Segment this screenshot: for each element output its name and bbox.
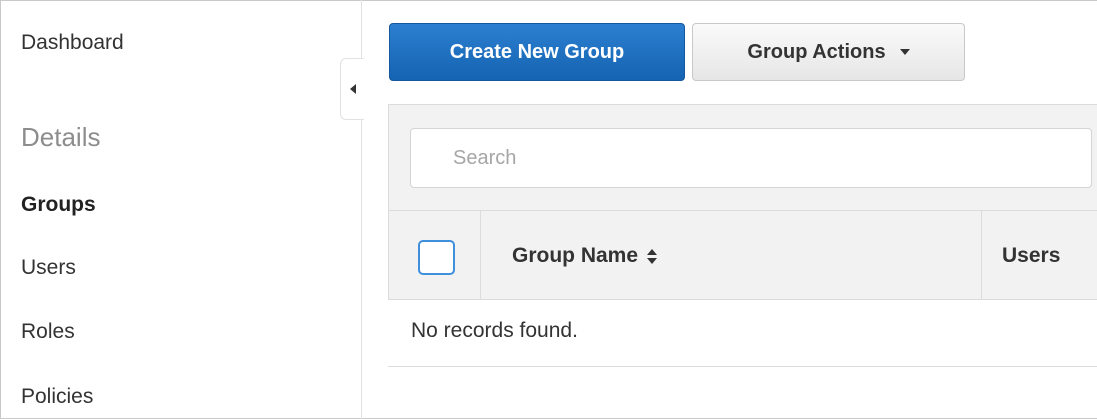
column-header-users-label: Users bbox=[1002, 244, 1061, 267]
sort-icon bbox=[647, 248, 658, 264]
group-actions-dropdown[interactable]: Group Actions bbox=[692, 23, 965, 81]
create-new-group-label: Create New Group bbox=[449, 40, 625, 63]
column-header-group-name-label: Group Name bbox=[512, 244, 639, 267]
column-divider bbox=[480, 210, 481, 300]
select-all-checkbox[interactable] bbox=[418, 240, 455, 275]
caret-down-icon bbox=[899, 49, 910, 55]
sidebar-item-policies[interactable]: Policies bbox=[21, 385, 93, 409]
column-divider bbox=[981, 210, 982, 300]
table-bottom-divider bbox=[388, 366, 1097, 367]
sidebar-item-groups[interactable]: Groups bbox=[21, 193, 96, 217]
table-header-row bbox=[388, 210, 1097, 300]
group-actions-label: Group Actions bbox=[747, 40, 886, 63]
sidebar-section-details: Details bbox=[21, 122, 101, 152]
empty-state-message: No records found. bbox=[411, 319, 578, 342]
column-header-group-name[interactable]: Group Name bbox=[512, 244, 658, 268]
triangle-left-icon bbox=[349, 84, 356, 94]
sidebar-item-roles[interactable]: Roles bbox=[21, 320, 75, 344]
sidebar-item-dashboard[interactable]: Dashboard bbox=[21, 31, 124, 55]
search-input[interactable]: Search bbox=[410, 128, 1092, 188]
column-header-users[interactable]: Users bbox=[1002, 244, 1060, 268]
create-new-group-button[interactable]: Create New Group bbox=[389, 23, 685, 81]
sidebar: Dashboard Details Groups Users Roles Pol… bbox=[0, 0, 362, 419]
sidebar-collapse-button[interactable] bbox=[340, 58, 364, 120]
sidebar-item-users[interactable]: Users bbox=[21, 256, 76, 280]
